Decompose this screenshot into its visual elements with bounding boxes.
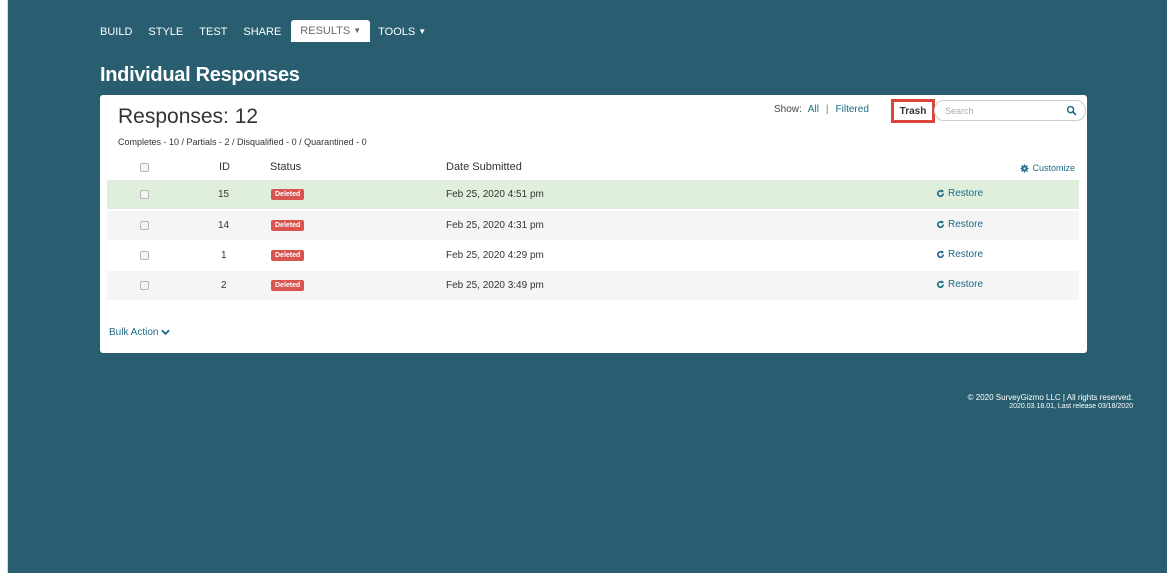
app-container: BUILD STYLE TEST SHARE RESULTS ▼ TOOLS ▼ I… <box>8 0 1167 573</box>
footer-copyright: © 2020 SurveyGizmo LLC | All rights rese… <box>967 393 1133 402</box>
status-badge: Deleted <box>271 280 305 291</box>
trash-button[interactable]: Trash <box>891 99 935 123</box>
chevron-down-icon <box>161 329 171 336</box>
refresh-icon <box>937 280 945 288</box>
page-title: Individual Responses <box>100 64 300 86</box>
bulk-action-label: Bulk Action <box>109 327 159 338</box>
status-badge: Deleted <box>271 250 305 261</box>
refresh-icon <box>937 250 945 258</box>
bulk-action-dropdown[interactable]: Bulk Action <box>109 327 171 338</box>
restore-button[interactable]: Restore <box>936 279 983 290</box>
separator: | <box>825 104 829 115</box>
nav-style[interactable]: STYLE <box>140 22 191 42</box>
show-filter: Show: All | Filtered <box>774 104 869 115</box>
responses-summary: Completes - 10 / Partials - 2 / Disquali… <box>118 137 367 147</box>
row-checkbox[interactable] <box>140 281 149 293</box>
row-checkbox[interactable] <box>140 251 149 263</box>
nav-results-label: RESULTS <box>300 24 351 37</box>
row-date: Feb 25, 2020 4:51 pm <box>446 189 544 200</box>
restore-button[interactable]: Restore <box>936 188 983 199</box>
nav-test[interactable]: TEST <box>191 22 235 42</box>
responses-panel: Responses: 12 Completes - 10 / Partials … <box>100 95 1087 353</box>
header-status: Status <box>270 161 302 173</box>
status-badge: Deleted <box>271 220 305 231</box>
gear-icon <box>1020 163 1030 173</box>
row-checkbox[interactable] <box>140 221 149 233</box>
responses-count: Responses: 12 <box>118 105 259 128</box>
row-id: 2 <box>221 280 227 291</box>
footer-release: 2020.03.18.01, Last release 03/18/2020 <box>1009 403 1133 410</box>
row-date: Feb 25, 2020 4:29 pm <box>446 250 544 261</box>
table-header: ID Status Date Submitted Customize <box>107 157 1079 179</box>
header-id: ID <box>219 161 230 173</box>
table-row[interactable]: 15 Deleted Feb 25, 2020 4:51 pm Restore <box>107 180 1079 209</box>
nav-build[interactable]: BUILD <box>92 22 140 42</box>
restore-label: Restore <box>948 279 984 290</box>
refresh-icon <box>937 220 945 228</box>
table-row[interactable]: 1 Deleted Feb 25, 2020 4:29 pm Restore <box>107 241 1079 270</box>
show-filtered-link[interactable]: Filtered <box>836 104 869 115</box>
row-date: Feb 25, 2020 4:31 pm <box>446 220 544 231</box>
restore-label: Restore <box>948 188 984 199</box>
customize-button[interactable]: Customize <box>1020 163 1075 173</box>
search-input[interactable] <box>943 103 1057 119</box>
restore-button[interactable]: Restore <box>936 249 983 260</box>
table-row[interactable]: 2 Deleted Feb 25, 2020 3:49 pm Restore <box>107 271 1079 300</box>
restore-label: Restore <box>948 219 984 230</box>
search-icon[interactable] <box>1066 105 1077 116</box>
row-date: Feb 25, 2020 3:49 pm <box>446 280 544 291</box>
nav-tools[interactable]: TOOLS ▼ <box>370 22 434 42</box>
nav-tools-label: TOOLS <box>378 25 416 38</box>
nav-results[interactable]: RESULTS ▼ <box>291 19 371 42</box>
restore-label: Restore <box>948 249 984 260</box>
table-row[interactable]: 14 Deleted Feb 25, 2020 4:31 pm Restore <box>107 211 1079 240</box>
row-checkbox[interactable] <box>140 190 149 202</box>
caret-down-icon: ▼ <box>353 26 362 35</box>
header-date-submitted: Date Submitted <box>446 161 522 173</box>
show-all-link[interactable]: All <box>808 104 819 115</box>
row-id: 1 <box>221 250 227 261</box>
restore-button[interactable]: Restore <box>936 219 983 230</box>
nav-share[interactable]: SHARE <box>235 22 289 42</box>
show-label: Show: <box>774 104 802 115</box>
top-navigation: BUILD STYLE TEST SHARE RESULTS ▼ TOOLS ▼ <box>92 19 434 42</box>
select-all-checkbox[interactable] <box>140 163 149 175</box>
caret-down-icon: ▼ <box>418 27 427 36</box>
search-box <box>934 100 1086 121</box>
status-badge: Deleted <box>271 189 305 200</box>
row-id: 15 <box>218 189 230 200</box>
row-id: 14 <box>218 220 230 231</box>
customize-label: Customize <box>1032 163 1075 173</box>
refresh-icon <box>937 189 945 197</box>
